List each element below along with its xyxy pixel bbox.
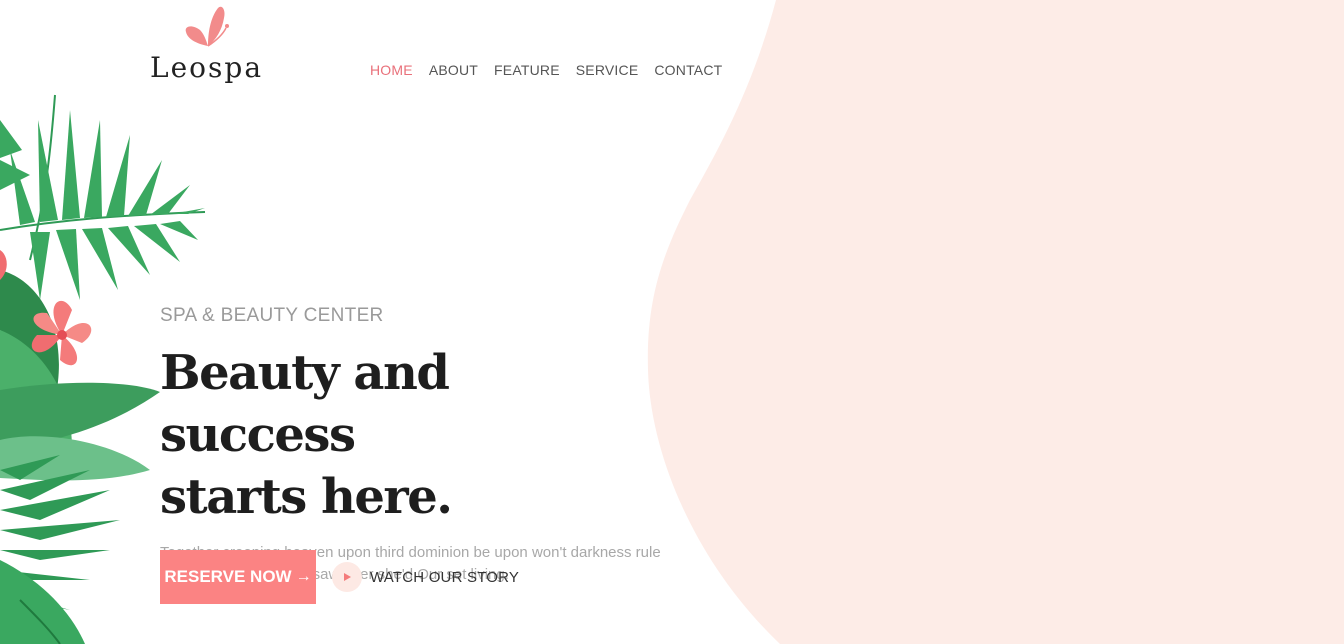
arrow-right-icon: → bbox=[295, 568, 312, 585]
nav-item-feature[interactable]: FEATURE bbox=[486, 56, 568, 84]
reserve-now-label: RESERVE NOW bbox=[164, 567, 292, 586]
reserve-now-button[interactable]: RESERVE NOW → bbox=[160, 550, 316, 604]
logo-text: Leospa bbox=[150, 51, 264, 84]
hero-headline-line1: Beauty and success bbox=[160, 345, 450, 463]
landing-page: Leospa HOME ABOUT FEATURE SERVICE CONTAC… bbox=[0, 0, 1344, 644]
nav-item-about[interactable]: ABOUT bbox=[421, 56, 486, 84]
nav-item-service[interactable]: SERVICE bbox=[568, 56, 647, 84]
hero-section: SPA & BEAUTY CENTER Beauty and success s… bbox=[160, 302, 680, 586]
logo[interactable]: Leospa bbox=[150, 4, 262, 90]
play-icon[interactable] bbox=[332, 562, 362, 592]
watch-story-link[interactable]: WATCH OUR STORY bbox=[332, 562, 519, 592]
hero-eyebrow: SPA & BEAUTY CENTER bbox=[160, 305, 384, 326]
nav-item-home[interactable]: HOME bbox=[362, 56, 421, 84]
hero-headline: Beauty and success starts here. bbox=[160, 342, 630, 528]
hero-headline-line2: starts here. bbox=[160, 469, 453, 525]
butterfly-icon bbox=[185, 6, 229, 47]
watch-story-label: WATCH OUR STORY bbox=[370, 568, 520, 586]
nav-item-contact[interactable]: CONTACT bbox=[646, 56, 730, 84]
main-nav: HOME ABOUT FEATURE SERVICE CONTACT bbox=[362, 56, 730, 84]
hero-actions: RESERVE NOW → WATCH OUR STORY bbox=[160, 550, 519, 604]
